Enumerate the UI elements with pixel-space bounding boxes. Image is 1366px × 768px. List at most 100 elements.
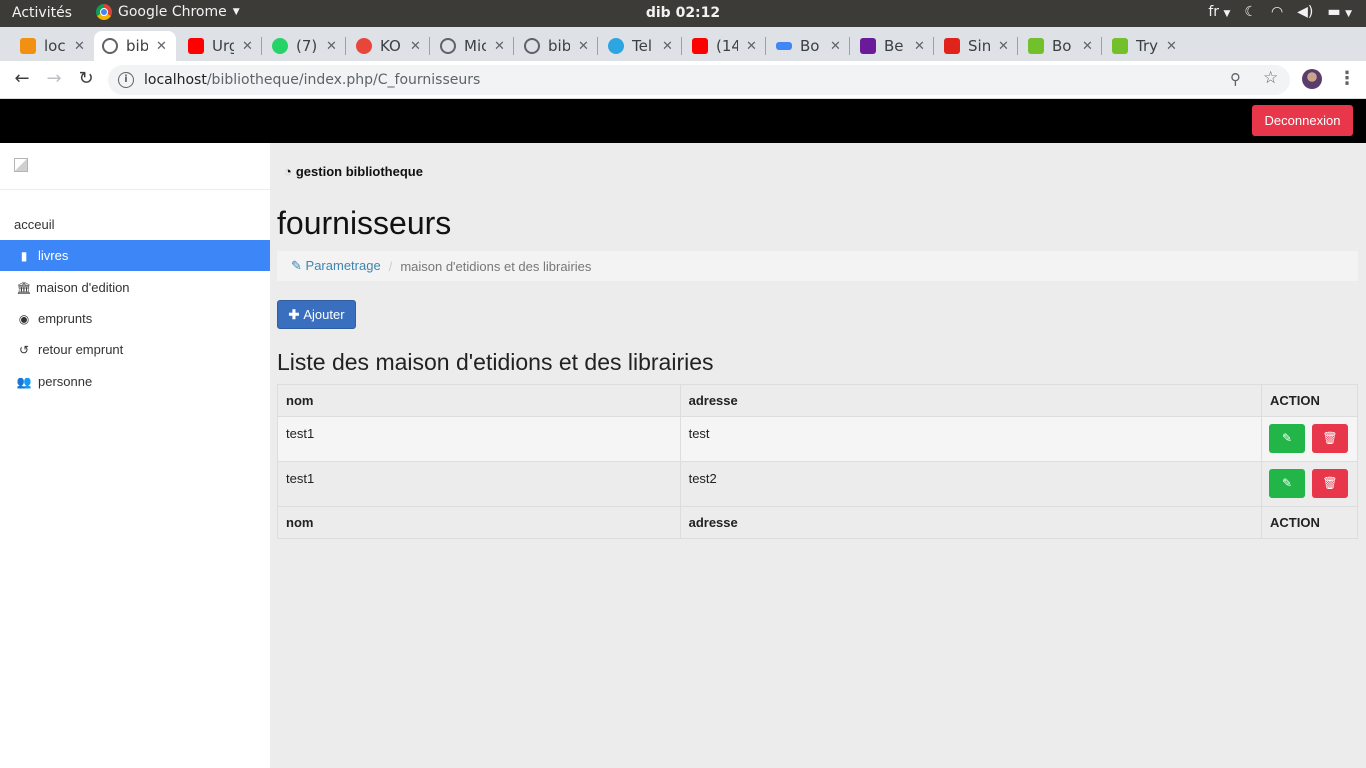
edit-icon: ✎ <box>1281 476 1293 490</box>
book-icon: ▮ <box>20 248 28 263</box>
close-tab-icon[interactable]: ✕ <box>998 39 1009 54</box>
close-tab-icon[interactable]: ✕ <box>494 39 505 54</box>
close-tab-icon[interactable]: ✕ <box>662 39 673 54</box>
breadcrumb-current: maison d'etidions et des librairies <box>400 258 592 274</box>
breadcrumb-parent-link[interactable]: ✎ Parametrage <box>291 258 381 274</box>
e-icon <box>356 38 372 54</box>
zoom-icon[interactable]: ⚲ <box>1230 70 1241 88</box>
column-header-nom[interactable]: nom <box>277 384 681 417</box>
delete-button[interactable]: 🗑 <box>1312 469 1349 498</box>
activities-button[interactable]: Activités <box>12 5 72 21</box>
browser-tab[interactable]: KO ✕ <box>348 31 428 61</box>
clock[interactable]: dib 02:12 <box>646 5 720 21</box>
tab-title: Sin <box>968 37 990 55</box>
table-header-row: nom adresse ACTION <box>277 384 1358 417</box>
logout-button[interactable]: Deconnexion <box>1252 105 1353 136</box>
browser-tab[interactable]: Sin ✕ <box>936 31 1016 61</box>
address-bar[interactable]: i localhost/bibliotheque/index.php/C_fou… <box>108 65 1290 95</box>
globe-icon <box>524 38 540 54</box>
browser-tab[interactable]: Tel ✕ <box>600 31 680 61</box>
volume-icon[interactable]: ◀) <box>1297 4 1313 20</box>
browser-toolbar: ← → ↻ i localhost/bibliotheque/index.php… <box>0 61 1366 99</box>
bookmark-star-icon[interactable]: ☆ <box>1263 68 1278 88</box>
bank-icon: 🏛 <box>16 280 32 295</box>
app-menu[interactable]: Google Chrome ▼ <box>96 4 240 20</box>
profile-avatar[interactable] <box>1302 69 1322 89</box>
telegram-icon <box>608 38 624 54</box>
close-tab-icon[interactable]: ✕ <box>156 39 167 54</box>
keyboard-layout[interactable]: fr ▼ <box>1208 4 1230 20</box>
list-title: Liste des maison d'etidions et des libra… <box>277 349 714 375</box>
tab-title: bib <box>126 37 148 55</box>
w3-icon <box>1112 38 1128 54</box>
add-button[interactable]: ✚ Ajouter <box>277 300 356 329</box>
tab-title: Mic <box>464 37 486 55</box>
battery-icon[interactable]: ▬ ▼ <box>1327 4 1352 20</box>
youtube-icon <box>692 38 708 54</box>
sidebar-item-acceuil[interactable]: acceuil <box>0 209 270 240</box>
page-title: fournisseurs <box>277 205 452 241</box>
tab-separator <box>933 37 934 55</box>
browser-tab[interactable]: Urg ✕ <box>180 31 260 61</box>
chrome-logo-icon <box>96 4 112 20</box>
close-tab-icon[interactable]: ✕ <box>830 39 841 54</box>
close-tab-icon[interactable]: ✕ <box>914 39 925 54</box>
close-tab-icon[interactable]: ✕ <box>1166 39 1177 54</box>
close-tab-icon[interactable]: ✕ <box>578 39 589 54</box>
app-header-label: gestion bibliotheque <box>295 164 423 179</box>
edit-icon: ✎ <box>1281 431 1293 445</box>
sidebar-item-maison-edition[interactable]: 🏛 maison d'edition <box>0 272 270 303</box>
cell-adresse: test <box>679 416 1263 462</box>
breadcrumb: ✎ Parametrage / maison d'etidions et des… <box>277 251 1358 281</box>
browser-tab[interactable]: (14 ✕ <box>684 31 764 61</box>
browser-tab-active[interactable]: bib ✕ <box>94 31 176 61</box>
add-button-label: Ajouter <box>303 307 345 322</box>
browser-tab[interactable]: Bo ✕ <box>1020 31 1100 61</box>
tab-separator <box>513 37 514 55</box>
app-menu-label: Google Chrome <box>118 4 227 20</box>
url-host: localhost <box>144 72 207 88</box>
edit-button[interactable]: ✎ <box>1269 424 1306 453</box>
close-tab-icon[interactable]: ✕ <box>410 39 421 54</box>
sidebar-item-retour-emprunt[interactable]: ↺ retour emprunt <box>0 334 270 365</box>
tab-separator <box>345 37 346 55</box>
browser-tab[interactable]: Bo ✕ <box>768 31 848 61</box>
browser-tab[interactable]: bib ✕ <box>516 31 596 61</box>
info-icon[interactable]: i <box>118 72 134 88</box>
tab-separator <box>261 37 262 55</box>
table-row: test1 test ✎ 🗑 <box>277 416 1358 462</box>
back-arrow-icon[interactable]: ← <box>10 68 34 89</box>
edit-button[interactable]: ✎ <box>1269 469 1306 498</box>
sidebar-item-personne[interactable]: 👥 personne <box>0 366 270 397</box>
caret-down-icon: ▼ <box>1223 9 1231 19</box>
mdb-icon <box>776 42 792 50</box>
chrome-menu-icon[interactable]: ⋮ <box>1338 68 1356 89</box>
wifi-icon[interactable]: ◠ <box>1271 4 1283 20</box>
close-tab-icon[interactable]: ✕ <box>746 39 757 54</box>
column-header-action: ACTION <box>1261 384 1358 417</box>
close-tab-icon[interactable]: ✕ <box>1082 39 1093 54</box>
url-path: /bibliotheque/index.php/C_fournisseurs <box>206 72 481 88</box>
delete-button[interactable]: 🗑 <box>1312 424 1349 453</box>
circle-dot-icon: ◉ <box>18 311 30 326</box>
app-header: ◔ gestion bibliotheque <box>284 164 423 179</box>
sidebar-item-label: livres <box>38 248 69 263</box>
reload-icon[interactable]: ↻ <box>74 68 98 89</box>
browser-tab[interactable]: Be ✕ <box>852 31 932 61</box>
night-light-icon[interactable]: ☾ <box>1244 4 1257 20</box>
pma-icon <box>20 38 36 54</box>
browser-tab[interactable]: Mic ✕ <box>432 31 512 61</box>
tab-separator <box>681 37 682 55</box>
close-tab-icon[interactable]: ✕ <box>74 39 85 54</box>
sidebar-item-livres[interactable]: ▮ livres <box>0 240 270 271</box>
browser-tab[interactable]: loc ✕ <box>12 31 92 61</box>
close-tab-icon[interactable]: ✕ <box>242 39 253 54</box>
forward-arrow-icon[interactable]: → <box>42 68 66 89</box>
column-header-adresse[interactable]: adresse <box>679 384 1263 417</box>
browser-tab[interactable]: (7) ✕ <box>264 31 344 61</box>
browser-tab[interactable]: Try ✕ <box>1104 31 1184 61</box>
sidebar-item-emprunts[interactable]: ◉ emprunts <box>0 303 270 334</box>
tab-separator <box>1101 37 1102 55</box>
close-tab-icon[interactable]: ✕ <box>326 39 337 54</box>
cell-action: ✎ 🗑 <box>1261 461 1358 507</box>
